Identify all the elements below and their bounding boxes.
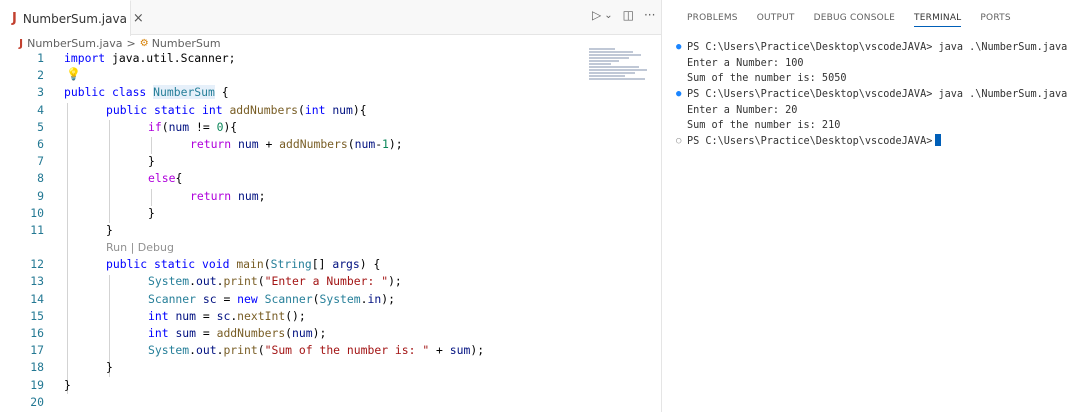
code-line: 4 public static int addNumbers(int num){ <box>0 102 661 119</box>
tab-debug-console[interactable]: DEBUG CONSOLE <box>814 13 895 27</box>
terminal-line: ● PS C:\Users\Practice\Desktop\vscodeJAVA… <box>676 40 1076 56</box>
line-number: 5 <box>37 119 44 134</box>
code-line: 16 int sum = addNumbers(num); <box>0 325 661 342</box>
code-line: 5 if(num != 0){ <box>0 119 661 136</box>
terminal[interactable]: ● PS C:\Users\Practice\Desktop\vscodeJAVA… <box>676 40 1076 150</box>
java-file-icon: J <box>19 36 24 50</box>
line-number: 19 <box>30 377 44 392</box>
terminal-line: ● PS C:\Users\Practice\Desktop\vscodeJAVA… <box>676 87 1076 103</box>
run-icon[interactable]: ▷ <box>592 8 601 22</box>
code-line: 20 <box>0 394 661 411</box>
terminal-prompt[interactable]: ○ PS C:\Users\Practice\Desktop\vscodeJAVA… <box>676 134 1076 150</box>
line-number: 4 <box>37 102 44 117</box>
code-line: 10} <box>0 205 661 222</box>
line-number: 14 <box>30 291 44 306</box>
tab-terminal[interactable]: TERMINAL <box>914 13 962 27</box>
command-success-icon[interactable]: ● <box>676 87 681 103</box>
terminal-line: Sum of the number is: 210 <box>687 120 841 132</box>
code-line: 8 else{ <box>0 170 661 187</box>
line-number: 2 <box>37 68 44 83</box>
terminal-cursor <box>935 134 942 147</box>
bottom-panel: PROBLEMS OUTPUT DEBUG CONSOLE TERMINAL P… <box>671 0 1080 412</box>
code-line: 18} <box>0 359 661 376</box>
panel-tabs: PROBLEMS OUTPUT DEBUG CONSOLE TERMINAL P… <box>687 13 1030 27</box>
line-number: 1 <box>37 51 44 65</box>
breadcrumb-symbol[interactable]: NumberSum <box>152 37 221 50</box>
codelens: Run | Debug <box>0 239 661 256</box>
code-line: 3 public class NumberSum { <box>0 84 661 101</box>
line-number: 6 <box>37 136 44 151</box>
code-area[interactable]: 1 import java.util.Scanner; 2 💡 3 public cl… <box>0 50 661 411</box>
code-line: 11} <box>0 222 661 239</box>
tab-numbersum-java[interactable]: J NumberSum.java × <box>0 0 144 36</box>
tab-label: NumberSum.java <box>22 11 127 26</box>
code-line: 9 return num; <box>0 188 661 205</box>
line-number: 15 <box>30 308 44 323</box>
breadcrumb: J NumberSum.java > ⚙ NumberSum <box>0 35 661 51</box>
more-actions-icon[interactable]: ··· <box>644 8 655 22</box>
line-number: 12 <box>30 257 44 272</box>
line-number: 3 <box>37 85 44 100</box>
editor-pane: J NumberSum.java × ▷ ⌄ ◫ ··· J NumberSum… <box>0 0 661 412</box>
line-number: 8 <box>37 171 44 186</box>
line-number: 16 <box>30 326 44 340</box>
breadcrumb-separator: > <box>126 36 136 50</box>
close-icon[interactable]: × <box>133 11 144 26</box>
code-line: 19} <box>0 377 661 394</box>
tab-output[interactable]: OUTPUT <box>757 13 795 27</box>
terminal-line: Sum of the number is: 5050 <box>687 73 847 85</box>
run-debug-codelens[interactable]: Run | Debug <box>106 239 174 256</box>
line-number: 17 <box>30 343 44 358</box>
line-number: 7 <box>37 154 44 169</box>
command-idle-icon: ○ <box>676 136 682 147</box>
line-number: 18 <box>30 360 44 375</box>
code-line: 15 int num = sc.nextInt(); <box>0 308 661 325</box>
code-line: 13 System.out.print("Enter a Number: "); <box>0 273 661 290</box>
command-success-icon[interactable]: ● <box>676 40 681 56</box>
line-number: 20 <box>30 394 44 409</box>
line-number: 9 <box>37 188 44 203</box>
line-number: 10 <box>30 205 44 220</box>
line-number: 13 <box>30 274 44 289</box>
terminal-line: Enter a Number: 100 <box>687 57 804 69</box>
line-number: 11 <box>30 222 44 237</box>
code-line: 12 public static void main(String[] args)… <box>0 256 661 273</box>
editor-tab-bar: J NumberSum.java × ▷ ⌄ ◫ ··· <box>0 0 661 36</box>
code-line: 7} <box>0 153 661 170</box>
breadcrumb-file[interactable]: NumberSum.java <box>27 37 122 50</box>
code-line: 14 Scanner sc = new Scanner(System.in); <box>0 291 661 308</box>
code-line: 17 System.out.print("Sum of the number is… <box>0 342 661 359</box>
java-file-icon: J <box>12 11 17 26</box>
split-editor-icon[interactable]: ◫ <box>623 8 634 22</box>
chevron-down-icon[interactable]: ⌄ <box>604 10 612 21</box>
class-symbol-icon: ⚙ <box>139 37 149 49</box>
editor-actions: ▷ ⌄ ◫ ··· <box>592 8 655 22</box>
tab-ports[interactable]: PORTS <box>980 13 1010 27</box>
tab-problems[interactable]: PROBLEMS <box>687 13 738 27</box>
code-line: 2 💡 <box>0 67 661 84</box>
code-line: 6 return num + addNumbers(num-1); <box>0 136 661 153</box>
code-line: 1 import java.util.Scanner; <box>0 50 661 67</box>
terminal-line: Enter a Number: 20 <box>687 104 798 116</box>
lightbulb-icon[interactable]: 💡 <box>66 66 81 83</box>
pane-divider[interactable] <box>661 0 662 412</box>
